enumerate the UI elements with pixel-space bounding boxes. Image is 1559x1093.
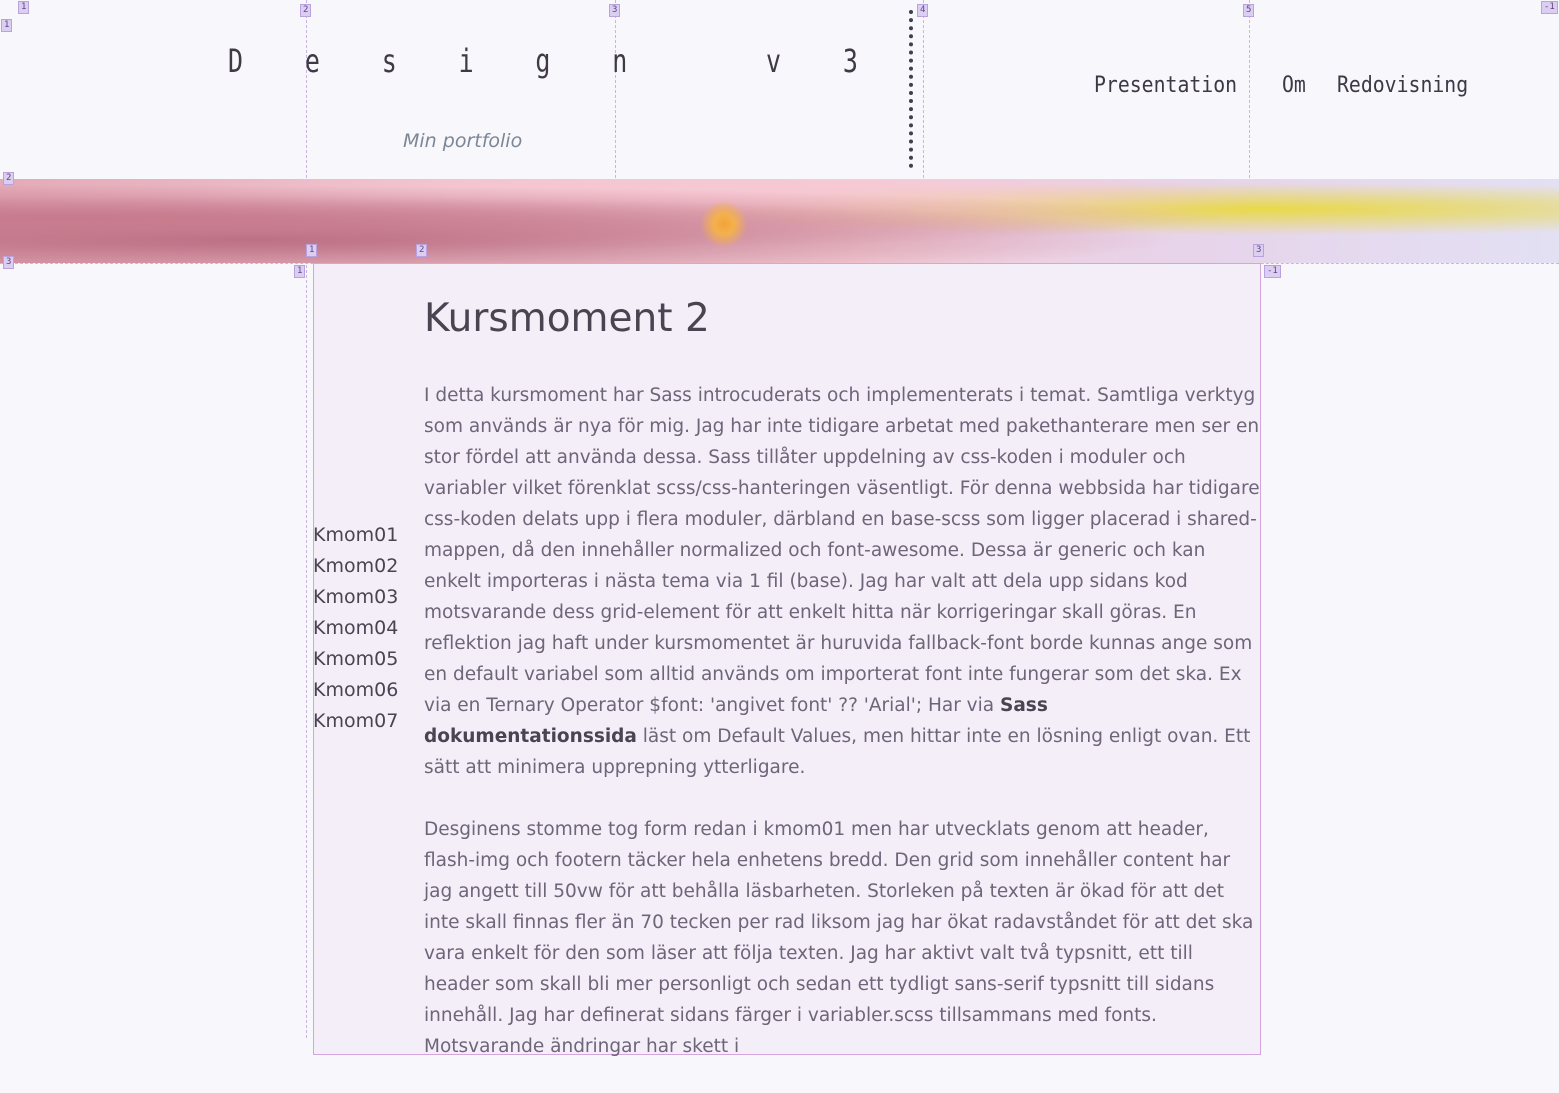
grid-badge: 3 — [1253, 244, 1265, 257]
nav-om[interactable]: Om — [1282, 73, 1306, 98]
grid-badge: 1 — [1, 19, 13, 32]
site-subtitle: Min portfolio — [403, 130, 523, 152]
grid-badge: 4 — [917, 4, 929, 17]
sidebar-item-kmom03[interactable]: Kmom03 — [313, 582, 398, 613]
grid-line — [306, 0, 307, 1038]
grid-badge: 1 — [306, 244, 318, 257]
grid-badge: 3 — [3, 256, 15, 269]
grid-badge: 2 — [3, 172, 15, 185]
grid-badge: 2 — [300, 4, 312, 17]
grid-badge: 2 — [416, 244, 428, 257]
sidebar-item-kmom04[interactable]: Kmom04 — [313, 613, 398, 644]
grid-badge: 5 — [1243, 4, 1255, 17]
grid-badge: 3 — [609, 4, 621, 17]
nav-redovisning[interactable]: Redovisning — [1337, 73, 1468, 98]
course-nav: Kmom01 Kmom02 Kmom03 Kmom04 Kmom05 Kmom0… — [313, 520, 398, 737]
nav-presentation[interactable]: Presentation — [1094, 73, 1237, 98]
main-nav: Presentation Om Redovisning — [1094, 73, 1483, 98]
grid-badge: -1 — [1264, 265, 1281, 278]
sidebar-item-kmom07[interactable]: Kmom07 — [313, 706, 398, 737]
sidebar-item-kmom01[interactable]: Kmom01 — [313, 520, 398, 551]
page-title: Kursmoment 2 — [424, 296, 710, 341]
paragraph-design: Desginens stomme tog form redan i kmom01… — [424, 819, 1254, 1057]
paragraph-sass-intro: I detta kursmoment har Sass introcuderat… — [424, 385, 1260, 716]
sidebar-item-kmom02[interactable]: Kmom02 — [313, 551, 398, 582]
grid-badge: 1 — [294, 265, 306, 278]
article-body: I detta kursmoment har Sass introcuderat… — [424, 380, 1262, 1093]
grid-badge: 1 — [18, 1, 30, 14]
paragraph-sass: I detta kursmoment har Sass introcuderat… — [424, 380, 1262, 783]
flower-image-detail — [700, 200, 748, 248]
sidebar-item-kmom06[interactable]: Kmom06 — [313, 675, 398, 706]
site-logo[interactable]: D e s i g n v 3 — [228, 42, 881, 80]
hero-flower-image — [0, 179, 1559, 263]
dotted-divider — [909, 10, 913, 168]
grid-badge: -1 — [1541, 1, 1558, 14]
sidebar-item-kmom05[interactable]: Kmom05 — [313, 644, 398, 675]
